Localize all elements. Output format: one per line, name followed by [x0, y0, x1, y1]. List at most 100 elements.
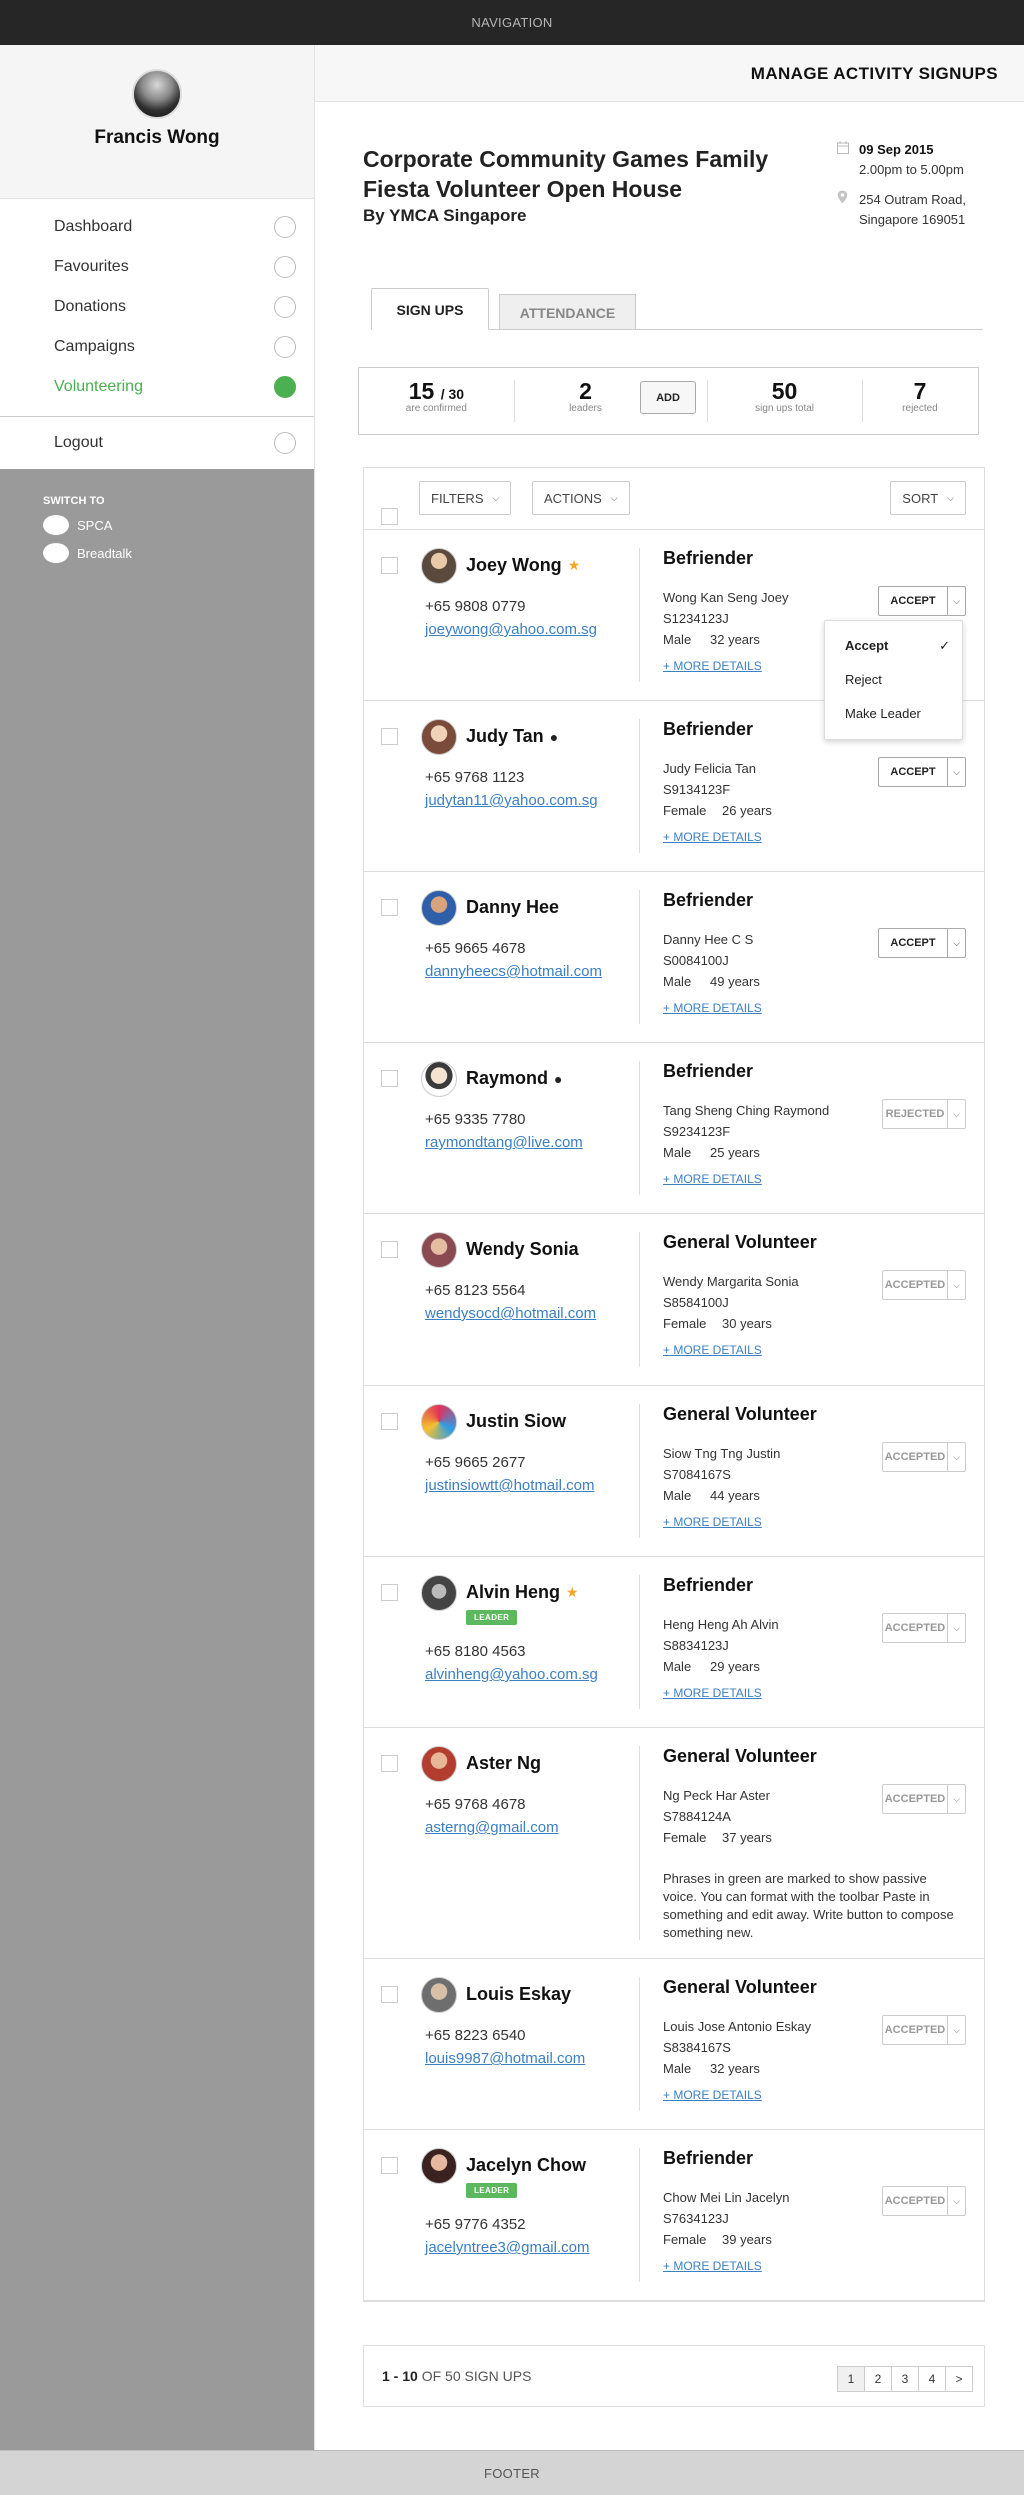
actions-button[interactable]: ACTIONS ⌵: [532, 481, 630, 515]
sidebar-item-donations[interactable]: Donations: [0, 287, 314, 327]
sidebar-item-campaigns[interactable]: Campaigns: [0, 327, 314, 367]
status-action-button[interactable]: ACCEPTED ⌵: [882, 1784, 966, 1814]
circle-icon: [274, 296, 296, 318]
avatar[interactable]: [421, 548, 457, 584]
volunteer-name[interactable]: Jacelyn Chow: [466, 2155, 586, 2176]
more-details-link[interactable]: + MORE DETAILS: [663, 830, 762, 844]
avatar[interactable]: [421, 719, 457, 755]
volunteer-nric: S8584100J: [663, 1295, 729, 1310]
row-checkbox[interactable]: [381, 728, 398, 745]
divider: [639, 719, 640, 853]
row-checkbox[interactable]: [381, 1070, 398, 1087]
more-details-link[interactable]: + MORE DETAILS: [663, 2088, 762, 2102]
volunteer-name[interactable]: Justin Siow: [466, 1411, 566, 1432]
volunteer-gender: Male: [663, 974, 692, 989]
more-details-link[interactable]: + MORE DETAILS: [663, 1172, 762, 1186]
switch-item-breadtalk[interactable]: Breadtalk: [43, 543, 314, 563]
sidebar-item-label: Donations: [54, 298, 127, 315]
tab-sign-ups[interactable]: SIGN UPS: [371, 288, 489, 330]
volunteer-email[interactable]: raymondtang@live.com: [425, 1134, 583, 1151]
page-button-3[interactable]: 3: [891, 2366, 919, 2392]
status-action-button[interactable]: ACCEPTED ⌵: [882, 1613, 966, 1643]
status-action-button[interactable]: ACCEPTED ⌵: [882, 2015, 966, 2045]
page-button-2[interactable]: 2: [864, 2366, 892, 2392]
volunteer-name[interactable]: Wendy Sonia: [466, 1239, 579, 1260]
avatar[interactable]: [421, 1061, 457, 1097]
row-checkbox[interactable]: [381, 1986, 398, 2003]
next-page-button[interactable]: >: [945, 2366, 973, 2392]
row-checkbox[interactable]: [381, 1584, 398, 1601]
status-action-button[interactable]: ACCEPT ⌵: [878, 757, 966, 787]
more-details-link[interactable]: + MORE DETAILS: [663, 1686, 762, 1700]
sidebar-item-volunteering[interactable]: Volunteering: [0, 367, 314, 407]
avatar[interactable]: [421, 1575, 457, 1611]
row-checkbox[interactable]: [381, 1241, 398, 1258]
page-button-4[interactable]: 4: [918, 2366, 946, 2392]
avatar[interactable]: [421, 2148, 457, 2184]
more-details-link[interactable]: + MORE DETAILS: [663, 2259, 762, 2273]
row-checkbox[interactable]: [381, 2157, 398, 2174]
volunteer-email[interactable]: alvinheng@yahoo.com.sg: [425, 1666, 598, 1683]
volunteer-name[interactable]: Raymond ●: [466, 1068, 562, 1089]
row-checkbox[interactable]: [381, 1413, 398, 1430]
navigation-bar: NAVIGATION: [0, 0, 1024, 45]
volunteer-email[interactable]: dannyheecs@hotmail.com: [425, 963, 602, 980]
status-action-button[interactable]: REJECTED ⌵: [882, 1099, 966, 1129]
page-button-1[interactable]: 1: [837, 2366, 865, 2392]
dropdown-item-label: Accept: [845, 638, 889, 653]
volunteer-email[interactable]: joeywong@yahoo.com.sg: [425, 621, 597, 638]
sidebar-item-favourites[interactable]: Favourites: [0, 247, 314, 287]
volunteer-email[interactable]: asterng@gmail.com: [425, 1819, 559, 1836]
volunteer-phone: +65 8123 5564: [425, 1282, 526, 1299]
more-details-link[interactable]: + MORE DETAILS: [663, 1343, 762, 1357]
avatar[interactable]: [421, 1746, 457, 1782]
more-details-link[interactable]: + MORE DETAILS: [663, 659, 762, 673]
volunteer-name[interactable]: Alvin Heng ★: [466, 1582, 579, 1603]
row-checkbox[interactable]: [381, 1755, 398, 1772]
volunteer-name[interactable]: Danny Hee: [466, 897, 559, 918]
logout-button[interactable]: Logout: [0, 417, 314, 469]
volunteer-email[interactable]: judytan11@yahoo.com.sg: [425, 792, 598, 809]
avatar[interactable]: [421, 1232, 457, 1268]
volunteer-name[interactable]: Judy Tan ●: [466, 726, 558, 747]
row-checkbox[interactable]: [381, 557, 398, 574]
avatar[interactable]: [132, 69, 182, 119]
tabs: SIGN UPS ATTENDANCE: [371, 288, 983, 330]
volunteer-name[interactable]: Joey Wong ★: [466, 555, 580, 576]
dropdown-item-make-leader[interactable]: Make Leader: [825, 697, 962, 731]
avatar[interactable]: [421, 890, 457, 926]
check-icon: ✓: [939, 638, 950, 653]
add-leader-button[interactable]: ADD: [640, 381, 696, 414]
filters-label: FILTERS: [431, 490, 484, 506]
select-all-checkbox[interactable]: [381, 508, 398, 525]
volunteer-email[interactable]: wendysocd@hotmail.com: [425, 1305, 596, 1322]
filters-button[interactable]: FILTERS ⌵: [419, 481, 512, 515]
avatar[interactable]: [421, 1977, 457, 2013]
event-date: 09 Sep 2015: [859, 142, 934, 157]
volunteer-email[interactable]: louis9987@hotmail.com: [425, 2050, 585, 2067]
row-checkbox[interactable]: [381, 899, 398, 916]
tab-attendance[interactable]: ATTENDANCE: [499, 294, 636, 330]
volunteer-email[interactable]: justinsiowtt@hotmail.com: [425, 1477, 594, 1494]
volunteer-email[interactable]: jacelyntree3@gmail.com: [425, 2239, 589, 2256]
status-action-button[interactable]: ACCEPT ⌵: [878, 928, 966, 958]
status-action-button[interactable]: ACCEPTED ⌵: [882, 1270, 966, 1300]
dropdown-item-accept[interactable]: Accept ✓: [825, 629, 962, 663]
profile-name: Francis Wong: [94, 127, 220, 148]
status-action-button[interactable]: ACCEPTED ⌵: [882, 2186, 966, 2216]
more-details-link[interactable]: + MORE DETAILS: [663, 1515, 762, 1529]
volunteer-name[interactable]: Aster Ng: [466, 1753, 541, 1774]
volunteer-name-text: Joey Wong: [466, 555, 562, 575]
sidebar-item-dashboard[interactable]: Dashboard: [0, 207, 314, 247]
dropdown-item-reject[interactable]: Reject: [825, 663, 962, 697]
avatar[interactable]: [421, 1404, 457, 1440]
status-action-button[interactable]: ACCEPT ⌵: [878, 586, 966, 616]
status-action-button[interactable]: ACCEPTED ⌵: [882, 1442, 966, 1472]
divider: [639, 1977, 640, 2111]
more-details-link[interactable]: + MORE DETAILS: [663, 1001, 762, 1015]
switch-item-spca[interactable]: SPCA: [43, 515, 314, 535]
volunteer-name[interactable]: Louis Eskay: [466, 1984, 571, 2005]
sort-button[interactable]: SORT ⌵: [890, 481, 966, 515]
star-icon: ★: [566, 1584, 579, 1600]
stat-total: 50 sign ups total: [707, 368, 862, 434]
